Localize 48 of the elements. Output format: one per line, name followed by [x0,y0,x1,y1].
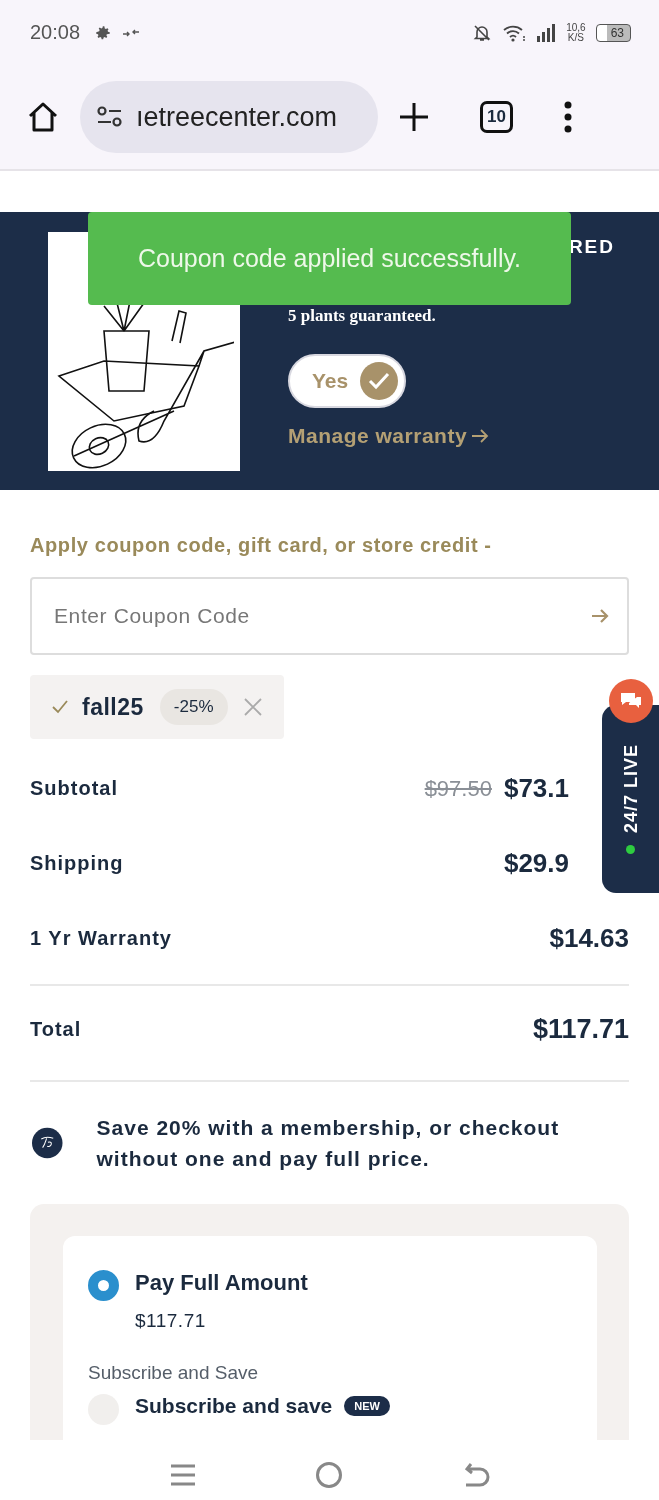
group-label: Subscribe and Save [88,1362,260,1384]
summary-label: Subtotal [30,777,118,800]
tune-icon[interactable] [96,106,124,128]
summary-price: $29.9 [503,848,569,879]
close-icon[interactable] [243,698,262,716]
wifi-icon [502,23,527,42]
radio-button[interactable] [88,1270,119,1301]
discount-badge: -25% [159,689,228,725]
tab-count-button[interactable]: 10 [480,101,513,133]
summary-label: Shipping [30,852,124,875]
live-chat-label: 24/7 LIVE [620,743,641,833]
coupon-input[interactable]: Enter Coupon Code [30,577,629,655]
bell-off-icon [472,22,493,43]
arrow-right-icon [471,428,490,444]
summary-label: 1 Yr Warranty [30,927,172,950]
arrow-right-icon[interactable] [591,608,609,624]
home-icon[interactable] [26,100,60,134]
warranty-subtitle: 5 plants guaranteed. [288,306,436,326]
battery-icon: 63 [595,23,631,42]
summary-price: $73.1 [503,773,569,804]
new-badge: NEW [344,1396,390,1416]
option-title: Subscribe and save [135,1394,333,1418]
total-label: Total [30,1017,82,1041]
more-icon[interactable] [562,101,573,133]
check-icon [360,362,399,400]
address-bar[interactable]: ıetreecenter.com [80,81,378,153]
net-unit: K/S [567,32,584,43]
plus-icon[interactable] [398,101,430,133]
option-title: Pay Full Amount [135,1270,308,1296]
home-circle-icon[interactable] [314,1461,343,1489]
chat-bubble-icon[interactable] [609,679,653,723]
option-price: $117.71 [135,1310,207,1332]
total-price: $117.71 [532,1013,629,1045]
summary-price: $14.63 [549,923,629,954]
menu-icon[interactable] [169,1463,196,1487]
status-time: 20:08 [30,21,81,44]
membership-text: Save 20% with a membership, or checkout without one and pay full price. [96,1115,561,1172]
coupon-heading: Apply coupon code, gift card, or store credit - [30,534,493,557]
net-speed: 10,6 [566,22,586,33]
signal-icon [536,23,557,42]
coupon-code: fall25 [82,693,144,721]
url-text: ıetreecenter.com [136,101,338,133]
manage-warranty-link[interactable]: Manage warranty [288,424,490,448]
check-icon [52,700,68,714]
gear-icon [94,23,113,42]
live-chat-tab[interactable]: 24/7 LIVE [602,705,659,893]
original-price: $97.50 [424,775,492,802]
success-toast: Coupon code applied successfully. [88,212,571,305]
